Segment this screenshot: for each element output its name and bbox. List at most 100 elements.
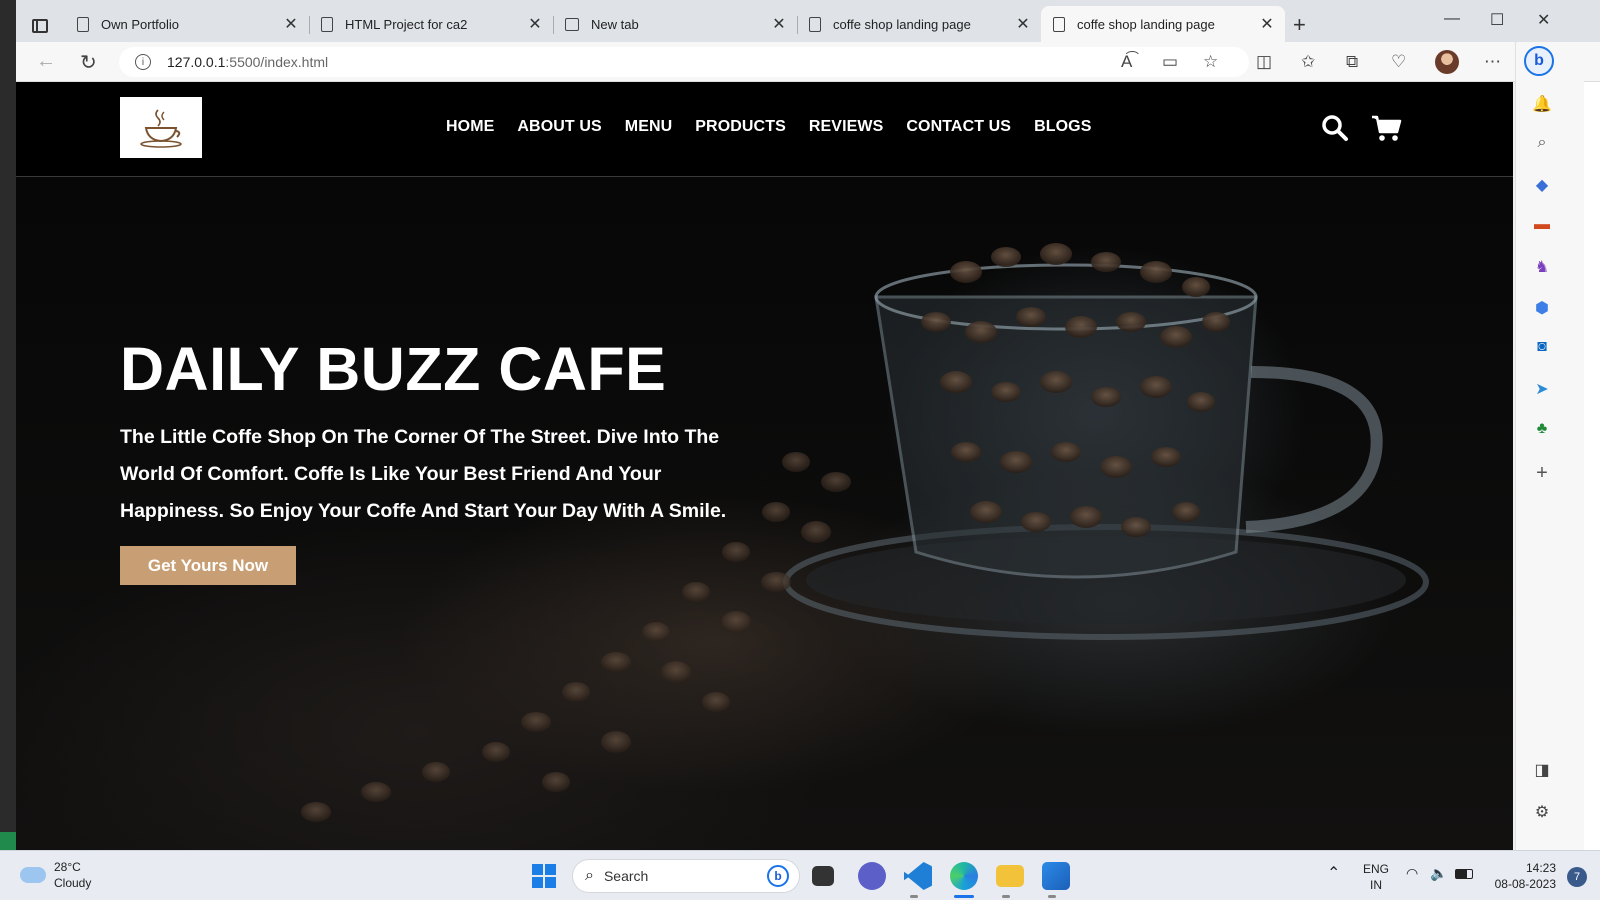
newtab-icon bbox=[565, 17, 579, 31]
clock-time: 14:23 bbox=[1525, 861, 1556, 875]
get-yours-now-button[interactable]: Get Yours Now bbox=[120, 546, 296, 585]
cloud-icon bbox=[20, 867, 46, 883]
tab-title: New tab bbox=[591, 16, 639, 32]
profile-avatar[interactable] bbox=[1435, 50, 1459, 74]
tab-own-portfolio[interactable]: Own Portfolio ✕ bbox=[65, 6, 309, 42]
wifi-icon[interactable]: ◠ bbox=[1406, 865, 1418, 882]
read-aloud-icon[interactable]: A͡ bbox=[1121, 52, 1132, 72]
photos-icon[interactable] bbox=[1042, 862, 1070, 890]
hide-sidebar-icon[interactable]: ◨ bbox=[1516, 760, 1568, 780]
tab-title: coffe shop landing page bbox=[1077, 16, 1215, 32]
maximize-button[interactable]: ☐ bbox=[1490, 10, 1504, 30]
address-bar[interactable]: i 127.0.0.1:5500/index.html bbox=[119, 47, 1249, 77]
region-label: IN bbox=[1370, 878, 1382, 892]
tab-coffe-shop-1[interactable]: coffe shop landing page ✕ bbox=[797, 6, 1041, 42]
task-view-icon[interactable] bbox=[812, 866, 834, 886]
vscode-icon[interactable] bbox=[904, 862, 932, 890]
add-sidebar-app-icon[interactable]: + bbox=[1516, 462, 1568, 485]
clock[interactable]: 14:23 08-08-2023 bbox=[1490, 860, 1556, 892]
tab-actions-icon[interactable] bbox=[26, 12, 54, 40]
language-label: ENG bbox=[1363, 862, 1390, 876]
bing-icon[interactable]: b bbox=[767, 865, 789, 887]
shopping-icon[interactable]: ◆ bbox=[1516, 175, 1568, 195]
close-tab-icon[interactable]: ✕ bbox=[1257, 14, 1277, 34]
sidebar-settings-icon[interactable]: ⚙ bbox=[1516, 802, 1568, 822]
tab-title: coffe shop landing page bbox=[833, 16, 971, 32]
tab-new-tab[interactable]: New tab ✕ bbox=[553, 6, 797, 42]
show-hidden-icons-icon[interactable]: ⌃ bbox=[1327, 863, 1340, 883]
main-nav: HOME ABOUT US MENU PRODUCTS REVIEWS CONT… bbox=[446, 118, 1114, 136]
clock-date: 08-08-2023 bbox=[1494, 877, 1556, 891]
volume-icon[interactable]: 🔈 bbox=[1430, 865, 1447, 882]
site-header: HOME ABOUT US MENU PRODUCTS REVIEWS CONT… bbox=[16, 82, 1513, 177]
hero-description: The Little Coffe Shop On The Corner Of T… bbox=[120, 426, 727, 522]
url-host: 127.0.0.1 bbox=[167, 54, 226, 70]
refresh-icon[interactable]: ↻ bbox=[80, 50, 97, 75]
tools-icon[interactable]: ▬ bbox=[1516, 216, 1568, 234]
search-icon: ⌕ bbox=[585, 867, 594, 884]
close-tab-icon[interactable]: ✕ bbox=[1013, 14, 1033, 34]
favorites-icon[interactable]: ✩ bbox=[1301, 52, 1315, 72]
page-viewport: HOME ABOUT US MENU PRODUCTS REVIEWS CONT… bbox=[16, 82, 1513, 850]
nav-blogs[interactable]: BLOGS bbox=[1034, 118, 1091, 136]
browser-essentials-icon[interactable]: ♡ bbox=[1391, 52, 1406, 72]
office-icon[interactable]: ⬢ bbox=[1516, 298, 1568, 318]
tab-coffe-shop-active[interactable]: coffe shop landing page ✕ bbox=[1041, 6, 1285, 42]
browser-window: Own Portfolio ✕ HTML Project for ca2 ✕ N… bbox=[16, 0, 1600, 850]
collections-icon[interactable]: ⧉ bbox=[1346, 52, 1358, 72]
search-label: Search bbox=[603, 868, 649, 884]
background-window-strip bbox=[0, 0, 16, 850]
cafe-logo[interactable] bbox=[120, 97, 202, 158]
close-window-button[interactable]: ✕ bbox=[1537, 10, 1550, 30]
drop-icon[interactable]: ➤ bbox=[1516, 379, 1568, 399]
nav-reviews[interactable]: REVIEWS bbox=[809, 118, 884, 136]
teams-chat-icon[interactable] bbox=[858, 862, 886, 890]
minimize-button[interactable]: — bbox=[1444, 10, 1460, 28]
language-indicator[interactable]: ENG IN bbox=[1363, 861, 1389, 893]
nav-about-us[interactable]: ABOUT US bbox=[517, 118, 601, 136]
outlook-icon[interactable]: ◙ bbox=[1516, 338, 1568, 356]
split-screen-icon[interactable]: ◫ bbox=[1256, 52, 1272, 72]
more-options-icon[interactable]: ⋯ bbox=[1484, 52, 1501, 72]
nav-home[interactable]: HOME bbox=[446, 118, 494, 136]
coffee-cup-logo-icon bbox=[140, 108, 182, 148]
page-icon bbox=[321, 16, 333, 32]
edge-sidebar: 🔔 ⌕ ◆ ▬ ♞ ⬢ ◙ ➤ ♣ + ◨ ⚙ bbox=[1515, 42, 1584, 850]
site-info-icon[interactable]: i bbox=[135, 54, 151, 70]
search-icon[interactable] bbox=[1321, 114, 1349, 142]
games-icon[interactable]: ♞ bbox=[1516, 257, 1568, 277]
weather-description: Cloudy bbox=[54, 876, 92, 890]
tab-title: Own Portfolio bbox=[101, 16, 180, 32]
page-icon bbox=[77, 16, 89, 32]
sidebar-search-icon[interactable]: ⌕ bbox=[1516, 134, 1568, 152]
nav-products[interactable]: PRODUCTS bbox=[695, 118, 786, 136]
nav-menu[interactable]: MENU bbox=[625, 118, 673, 136]
battery-icon[interactable] bbox=[1455, 869, 1473, 879]
edge-browser-icon[interactable] bbox=[950, 862, 978, 890]
page-icon bbox=[1053, 16, 1065, 32]
tree-icon[interactable]: ♣ bbox=[1516, 420, 1568, 438]
file-explorer-icon[interactable] bbox=[996, 865, 1024, 887]
back-icon[interactable]: ← bbox=[36, 50, 56, 73]
close-tab-icon[interactable]: ✕ bbox=[525, 14, 545, 34]
notification-badge[interactable]: 7 bbox=[1567, 867, 1587, 887]
windows-start-icon[interactable] bbox=[532, 864, 556, 888]
close-tab-icon[interactable]: ✕ bbox=[281, 14, 301, 34]
cart-icon[interactable] bbox=[1371, 114, 1403, 142]
nav-contact-us[interactable]: CONTACT US bbox=[906, 118, 1011, 136]
tab-bar: Own Portfolio ✕ HTML Project for ca2 ✕ N… bbox=[16, 0, 1600, 42]
notifications-icon[interactable]: 🔔 bbox=[1516, 94, 1568, 114]
bing-copilot-icon[interactable]: b bbox=[1524, 46, 1554, 76]
weather-widget[interactable]: 28°C Cloudy bbox=[20, 859, 91, 891]
immersive-reader-icon[interactable]: ▭ bbox=[1162, 52, 1178, 72]
page-icon bbox=[809, 16, 821, 32]
hero-title: DAILY BUZZ CAFE bbox=[120, 335, 667, 403]
status-indicator bbox=[0, 832, 16, 850]
favorite-star-icon[interactable]: ☆ bbox=[1203, 52, 1218, 72]
new-tab-button[interactable]: + bbox=[1293, 12, 1306, 38]
close-tab-icon[interactable]: ✕ bbox=[769, 14, 789, 34]
taskbar-search[interactable]: ⌕ Search b bbox=[572, 859, 800, 893]
address-bar-row: ← ↻ i 127.0.0.1:5500/index.html A͡ ▭ ☆ ◫… bbox=[16, 42, 1600, 82]
url-text[interactable]: 127.0.0.1:5500/index.html bbox=[167, 54, 328, 70]
tab-html-project[interactable]: HTML Project for ca2 ✕ bbox=[309, 6, 553, 42]
